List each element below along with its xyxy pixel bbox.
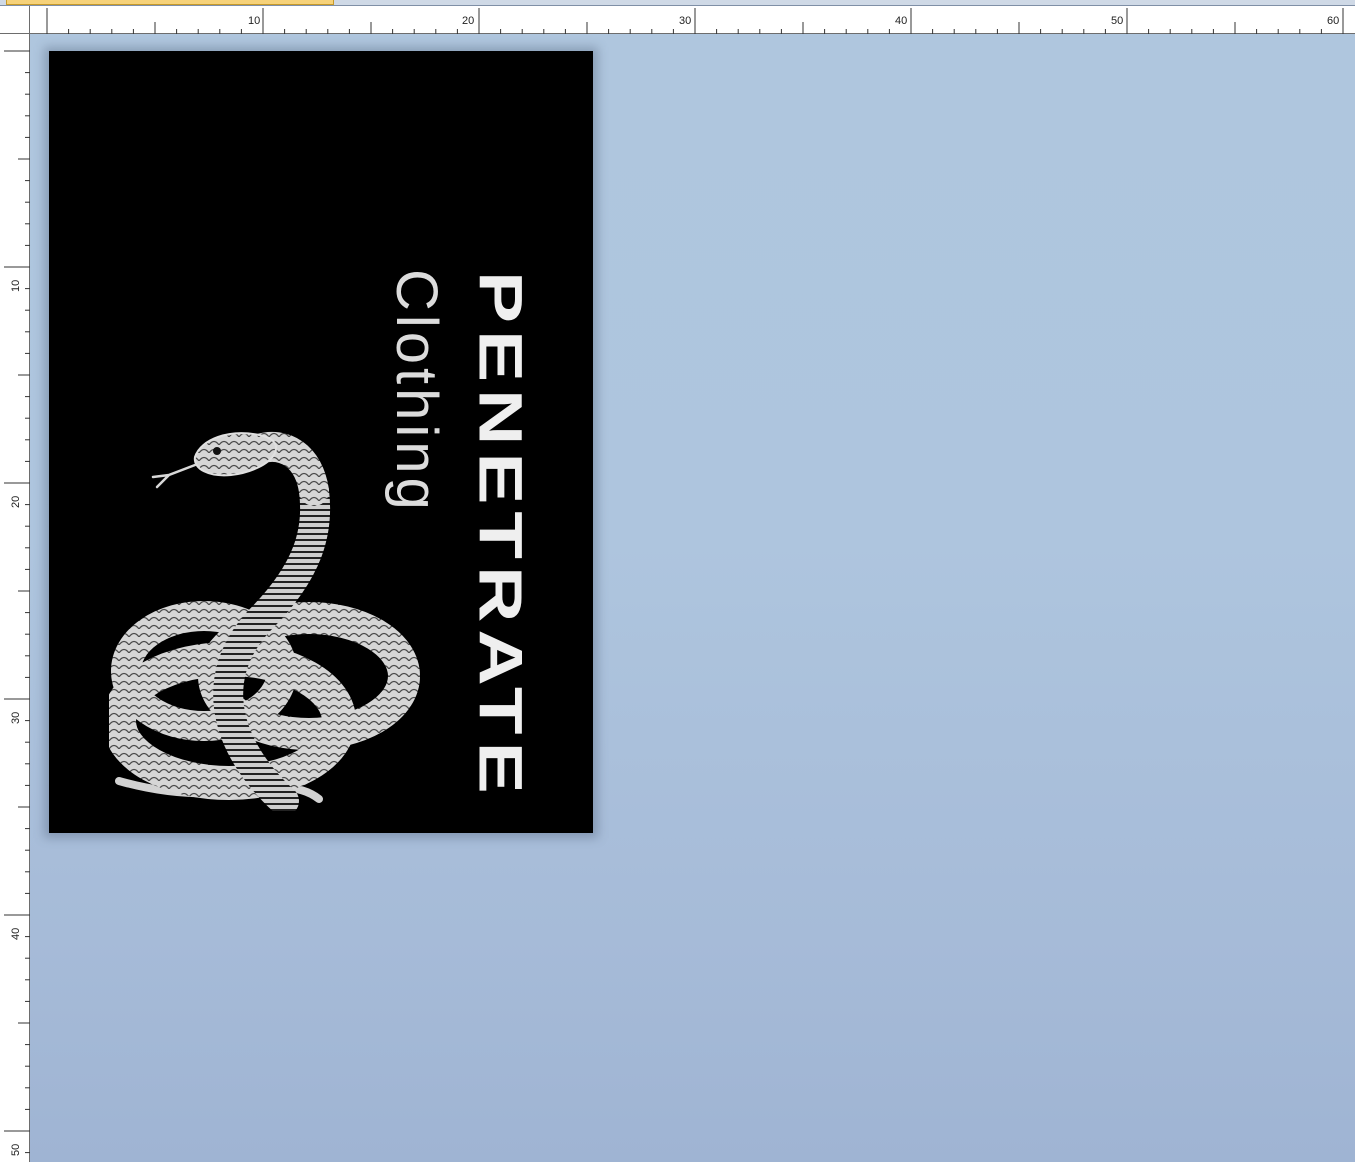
snake-illustration-icon[interactable] — [109, 421, 429, 811]
ruler-h-label: 10 — [248, 15, 260, 27]
ruler-h-label: 30 — [679, 15, 691, 27]
ruler-h-label: 40 — [895, 15, 907, 27]
ruler-v-label: 20 — [10, 496, 22, 508]
canvas-workspace[interactable]: PENETRATE Clothing — [30, 34, 1355, 1162]
ruler-corner[interactable] — [0, 6, 30, 34]
ruler-h-label: 20 — [462, 15, 474, 27]
ruler-v-label: 40 — [10, 928, 22, 940]
active-document-tab[interactable] — [6, 0, 334, 5]
brand-name-text[interactable]: PENETRATE — [466, 271, 535, 801]
ruler-h-label: 50 — [1111, 15, 1123, 27]
document-page[interactable]: PENETRATE Clothing — [49, 51, 593, 833]
ruler-v-label: 10 — [10, 280, 22, 292]
editor-window: 10 20 30 40 50 60 10 20 30 40 50 PENETRA… — [0, 0, 1355, 1162]
horizontal-ruler[interactable]: 10 20 30 40 50 60 — [30, 6, 1355, 34]
ruler-h-label: 60 — [1327, 15, 1339, 27]
horizontal-ruler-scale: 10 20 30 40 50 60 — [46, 8, 1344, 34]
ruler-v-label: 30 — [10, 712, 22, 724]
vertical-ruler-scale: 10 20 30 40 50 — [4, 50, 30, 1156]
vertical-ruler[interactable]: 10 20 30 40 50 — [0, 34, 30, 1162]
ruler-v-label: 50 — [10, 1144, 22, 1156]
